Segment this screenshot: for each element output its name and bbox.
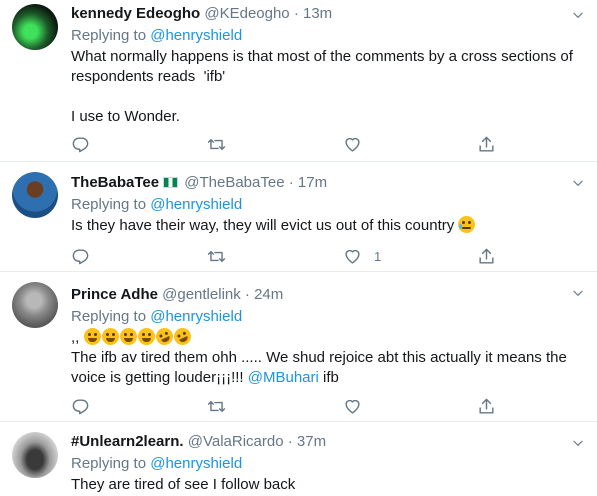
like-button[interactable]: 1 (343, 246, 381, 266)
text-prefix: ,, (71, 329, 80, 346)
display-name[interactable]: TheBabaTee (71, 174, 159, 191)
replying-to: Replying to @henryshield (71, 454, 585, 473)
replying-prefix: Replying to (71, 308, 147, 325)
rofl-emoji-icon (170, 325, 194, 348)
tweet-text: They are tired of see I follow back (71, 475, 585, 495)
avatar[interactable] (12, 282, 58, 328)
display-name[interactable]: Prince Adhe (71, 286, 158, 303)
nigeria-flag-icon (163, 177, 179, 188)
share-icon (477, 135, 496, 154)
replying-prefix: Replying to (71, 27, 147, 44)
joy-emoji-icon (101, 328, 119, 345)
chevron-down-icon[interactable] (571, 8, 585, 22)
replying-to: Replying to @henryshield (71, 195, 585, 214)
retweet-icon (207, 135, 226, 154)
user-handle[interactable]: @KEdeogho (204, 5, 289, 22)
reply-button[interactable] (71, 134, 90, 154)
retweet-button[interactable] (207, 134, 226, 154)
heart-icon (343, 247, 362, 266)
tweet-text-line: I use to Wonder. (71, 108, 180, 125)
rofl-emoji-icon (152, 325, 176, 348)
tweet-text-line: respondents reads 'ifb' (71, 68, 226, 85)
user-handle[interactable]: @TheBabaTee (184, 174, 284, 191)
heart-icon (343, 135, 362, 154)
tweet-header: Prince Adhe @gentlelink · 24m (71, 285, 585, 304)
mention-link[interactable]: @henryshield (150, 196, 242, 213)
tweet-text-line: ,, (71, 325, 585, 348)
tweet-reply[interactable]: #Unlearn2learn. @ValaRicardo · 37m Reply… (0, 422, 597, 496)
retweet-button[interactable] (207, 396, 226, 416)
replying-to: Replying to @henryshield (71, 26, 585, 45)
retweet-button[interactable] (207, 246, 226, 266)
mention-link[interactable]: @henryshield (150, 308, 242, 325)
tweet-header: #Unlearn2learn. @ValaRicardo · 37m (71, 432, 585, 451)
tweet-text-fragment: ifb (318, 369, 339, 386)
disappointed-relieved-emoji-icon (458, 216, 476, 233)
share-button[interactable] (477, 134, 496, 154)
user-handle[interactable]: @ValaRicardo (188, 433, 284, 450)
separator: · (287, 433, 293, 450)
tweet-text: ,, The ifb av tired them ohh ..... We sh… (71, 325, 585, 388)
tweet-reply[interactable]: Prince Adhe @gentlelink · 24m Replying t… (0, 272, 597, 422)
timestamp[interactable]: 13m (303, 5, 332, 22)
avatar[interactable] (12, 4, 58, 50)
retweet-icon (207, 397, 226, 416)
joy-emoji-icon (137, 328, 155, 345)
chevron-down-icon[interactable] (571, 176, 585, 190)
display-name[interactable]: kennedy Edeogho (71, 5, 200, 22)
tweet-text-line: voice is getting louder¡¡¡!!! @MBuhari i… (71, 368, 585, 388)
separator: · (288, 174, 294, 191)
tweet-reply[interactable]: kennedy Edeogho @KEdeogho · 13m Replying… (0, 0, 597, 162)
timestamp[interactable]: 17m (298, 174, 327, 191)
avatar[interactable] (12, 432, 58, 478)
tweet-text-fragment: voice is getting louder¡¡¡!!! (71, 369, 248, 386)
tweet-actions: 1 (71, 246, 511, 266)
share-icon (477, 247, 496, 266)
retweet-icon (207, 247, 226, 266)
timestamp[interactable]: 37m (297, 433, 326, 450)
tweet-reply[interactable]: TheBabaTee @TheBabaTee · 17m Replying to… (0, 162, 597, 272)
reply-button[interactable] (71, 246, 90, 266)
tweet-header: kennedy Edeogho @KEdeogho · 13m (71, 4, 585, 23)
reply-icon (71, 135, 90, 154)
like-button[interactable] (343, 396, 362, 416)
tweet-header: TheBabaTee @TheBabaTee · 17m (71, 173, 585, 192)
tweet-text: What normally happens is that most of th… (71, 47, 585, 127)
user-handle[interactable]: @gentlelink (162, 286, 241, 303)
separator: · (244, 286, 250, 303)
reply-icon (71, 247, 90, 266)
tweet-text-line: What normally happens is that most of th… (71, 48, 573, 65)
tweet-text-line: Is they have their way, they will evict … (71, 217, 455, 234)
avatar[interactable] (12, 172, 58, 218)
joy-emoji-icon (119, 328, 137, 345)
mention-link[interactable]: @henryshield (150, 455, 242, 472)
joy-emoji-icon (83, 328, 101, 345)
mention-link[interactable]: @henryshield (150, 27, 242, 44)
chevron-down-icon[interactable] (571, 286, 585, 300)
share-button[interactable] (477, 396, 496, 416)
replying-prefix: Replying to (71, 455, 147, 472)
tweet-actions (71, 134, 511, 154)
heart-icon (343, 397, 362, 416)
share-icon (477, 397, 496, 416)
tweet-text: Is they have their way, they will evict … (71, 216, 585, 236)
timestamp[interactable]: 24m (254, 286, 283, 303)
like-button[interactable] (343, 134, 362, 154)
tweet-text-line: The ifb av tired them ohh ..... We shud … (71, 349, 567, 366)
replying-to: Replying to @henryshield (71, 307, 585, 326)
share-button[interactable] (477, 246, 496, 266)
separator: · (293, 5, 299, 22)
reply-button[interactable] (71, 396, 90, 416)
mention-link[interactable]: @MBuhari (248, 369, 319, 386)
display-name[interactable]: #Unlearn2learn. (71, 433, 184, 450)
tweet-actions (71, 396, 511, 416)
replying-prefix: Replying to (71, 196, 147, 213)
reply-icon (71, 397, 90, 416)
chevron-down-icon[interactable] (571, 436, 585, 450)
tweet-text-line: They are tired of see I follow back (71, 476, 296, 493)
like-count: 1 (374, 248, 382, 264)
